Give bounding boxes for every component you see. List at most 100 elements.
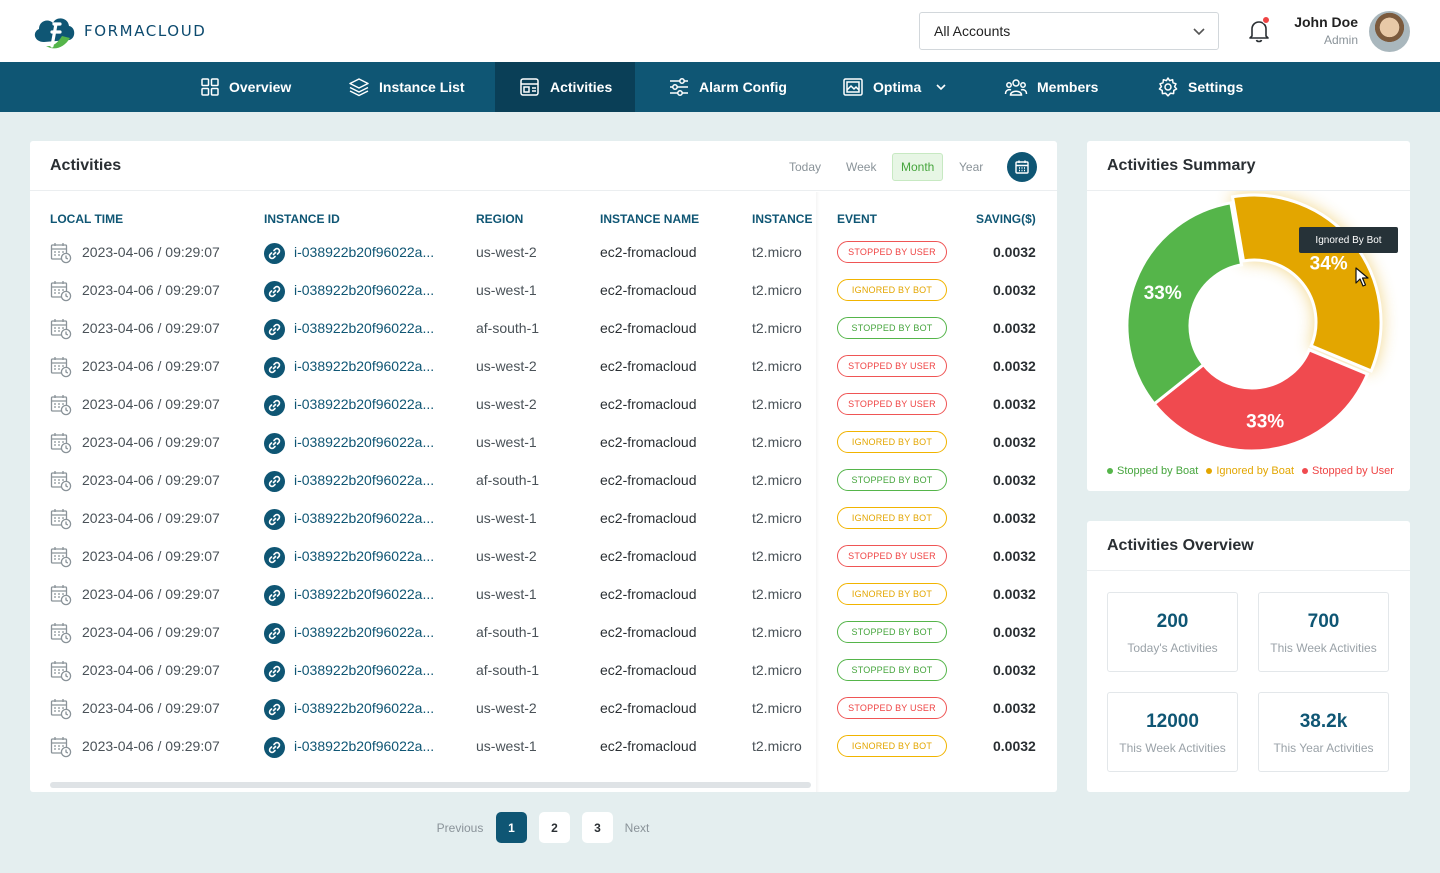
cell-local-time: 2023-04-06 / 09:29:07 (82, 586, 220, 602)
event-badge: STOPPED BY BOT (837, 317, 947, 339)
activities-header: Activities Today Week Month Year (30, 141, 1057, 191)
table-row[interactable]: 2023-04-06 / 09:29:07 i-038922b20f96022a.… (30, 538, 1057, 576)
calendar-icon (1015, 160, 1029, 174)
cell-instance-id[interactable]: i-038922b20f96022a... (294, 472, 434, 488)
link-icon[interactable] (264, 623, 285, 644)
cell-instance-name: ec2-fromacloud (600, 434, 697, 450)
table-row[interactable]: 2023-04-06 / 09:29:07 i-038922b20f96022a.… (30, 652, 1057, 690)
cell-region: us-west-2 (476, 244, 537, 260)
legend-stopped-by-user[interactable]: Stopped by User (1302, 465, 1394, 477)
cell-instance-id[interactable]: i-038922b20f96022a... (294, 282, 434, 298)
summary-title: Activities Summary (1107, 157, 1256, 174)
col-instance-name[interactable]: INSTANCE NAME (600, 212, 699, 226)
cell-instance-id[interactable]: i-038922b20f96022a... (294, 358, 434, 374)
table-row[interactable]: 2023-04-06 / 09:29:07 i-038922b20f96022a.… (30, 234, 1057, 272)
table-row[interactable]: 2023-04-06 / 09:29:07 i-038922b20f96022a.… (30, 424, 1057, 462)
cell-local-time: 2023-04-06 / 09:29:07 (82, 472, 220, 488)
link-icon[interactable] (264, 357, 285, 378)
event-badge: IGNORED BY BOT (837, 583, 947, 605)
legend-ignored-by-boat[interactable]: Ignored by Boat (1206, 465, 1294, 477)
nav-optima[interactable]: Optima (842, 62, 956, 112)
horizontal-scrollbar[interactable] (50, 782, 811, 788)
nav-overview[interactable]: Overview (200, 62, 291, 112)
link-icon[interactable] (264, 585, 285, 606)
link-icon[interactable] (264, 471, 285, 492)
table-row[interactable]: 2023-04-06 / 09:29:07 i-038922b20f96022a.… (30, 462, 1057, 500)
calendar-clock-icon (50, 547, 72, 568)
cell-instance-id[interactable]: i-038922b20f96022a... (294, 700, 434, 716)
link-icon[interactable] (264, 319, 285, 340)
nav-alarm-config[interactable]: Alarm Config (668, 62, 787, 112)
pagination-previous[interactable]: Previous (430, 812, 490, 843)
col-region[interactable]: REGION (476, 212, 523, 226)
period-year[interactable]: Year (951, 153, 991, 181)
pagination-page-2[interactable]: 2 (539, 812, 570, 843)
link-icon[interactable] (264, 243, 285, 264)
link-icon[interactable] (264, 699, 285, 720)
cell-instance-id[interactable]: i-038922b20f96022a... (294, 548, 434, 564)
cell-instance-id[interactable]: i-038922b20f96022a... (294, 662, 434, 678)
calendar-button[interactable] (1007, 152, 1037, 182)
top-header: FORMACLOUD All Accounts John Doe Admin (0, 0, 1440, 62)
link-icon[interactable] (264, 395, 285, 416)
avatar[interactable] (1369, 11, 1410, 52)
col-local-time[interactable]: LOCAL TIME (50, 212, 123, 226)
cell-region: us-west-1 (476, 434, 537, 450)
cell-instance-name: ec2-fromacloud (600, 586, 697, 602)
table-row[interactable]: 2023-04-06 / 09:29:07 i-038922b20f96022a.… (30, 272, 1057, 310)
cell-instance-type: t2.micro (752, 624, 802, 640)
cell-instance-id[interactable]: i-038922b20f96022a... (294, 396, 434, 412)
col-instance[interactable]: INSTANCE (752, 212, 812, 226)
legend-stopped-by-boat[interactable]: Stopped by Boat (1107, 465, 1198, 477)
link-icon[interactable] (264, 281, 285, 302)
period-week[interactable]: Week (838, 153, 884, 181)
calendar-clock-icon (50, 243, 72, 264)
table-row[interactable]: 2023-04-06 / 09:29:07 i-038922b20f96022a.… (30, 576, 1057, 614)
slice-label: 34% (1310, 253, 1348, 274)
cell-instance-id[interactable]: i-038922b20f96022a... (294, 510, 434, 526)
cell-saving: 0.0032 (993, 738, 1036, 754)
nav-members[interactable]: Members (1004, 62, 1098, 112)
col-saving[interactable]: SAVING($) (976, 212, 1036, 226)
cell-instance-id[interactable]: i-038922b20f96022a... (294, 586, 434, 602)
nav-settings[interactable]: Settings (1157, 62, 1243, 112)
stat-today-activities: 200 Today's Activities (1107, 592, 1238, 672)
cell-instance-id[interactable]: i-038922b20f96022a... (294, 434, 434, 450)
period-month[interactable]: Month (892, 153, 944, 181)
stat-year-activities: 38.2k This Year Activities (1258, 692, 1389, 772)
cell-instance-id[interactable]: i-038922b20f96022a... (294, 738, 434, 754)
account-select[interactable]: All Accounts (919, 12, 1219, 50)
link-icon[interactable] (264, 547, 285, 568)
overview-header: Activities Overview (1087, 521, 1410, 571)
link-icon[interactable] (264, 661, 285, 682)
nav-activities[interactable]: Activities (495, 62, 635, 112)
link-icon[interactable] (264, 433, 285, 454)
summary-header: Activities Summary (1087, 141, 1410, 191)
pagination-page-1[interactable]: 1 (496, 812, 527, 843)
cell-instance-id[interactable]: i-038922b20f96022a... (294, 624, 434, 640)
table-row[interactable]: 2023-04-06 / 09:29:07 i-038922b20f96022a.… (30, 614, 1057, 652)
gear-icon (1158, 77, 1178, 97)
cell-local-time: 2023-04-06 / 09:29:07 (82, 320, 220, 336)
cell-instance-id[interactable]: i-038922b20f96022a... (294, 244, 434, 260)
pagination-page-3[interactable]: 3 (582, 812, 613, 843)
user-name[interactable]: John Doe (1294, 14, 1358, 30)
pagination-next[interactable]: Next (619, 812, 655, 843)
table-row[interactable]: 2023-04-06 / 09:29:07 i-038922b20f96022a.… (30, 500, 1057, 538)
col-instance-id[interactable]: INSTANCE ID (264, 212, 340, 226)
nav-instance-list[interactable]: Instance List (348, 62, 465, 112)
table-row[interactable]: 2023-04-06 / 09:29:07 i-038922b20f96022a.… (30, 310, 1057, 348)
table-row[interactable]: 2023-04-06 / 09:29:07 i-038922b20f96022a.… (30, 728, 1057, 766)
cell-instance-type: t2.micro (752, 244, 802, 260)
users-icon (1004, 79, 1028, 96)
col-event[interactable]: EVENT (837, 212, 877, 226)
period-today[interactable]: Today (781, 153, 829, 181)
link-icon[interactable] (264, 509, 285, 530)
table-row[interactable]: 2023-04-06 / 09:29:07 i-038922b20f96022a.… (30, 348, 1057, 386)
table-row[interactable]: 2023-04-06 / 09:29:07 i-038922b20f96022a.… (30, 690, 1057, 728)
link-icon[interactable] (264, 737, 285, 758)
calendar-clock-icon (50, 319, 72, 340)
cell-instance-id[interactable]: i-038922b20f96022a... (294, 320, 434, 336)
brand-logo[interactable]: FORMACLOUD (30, 12, 206, 50)
table-row[interactable]: 2023-04-06 / 09:29:07 i-038922b20f96022a.… (30, 386, 1057, 424)
